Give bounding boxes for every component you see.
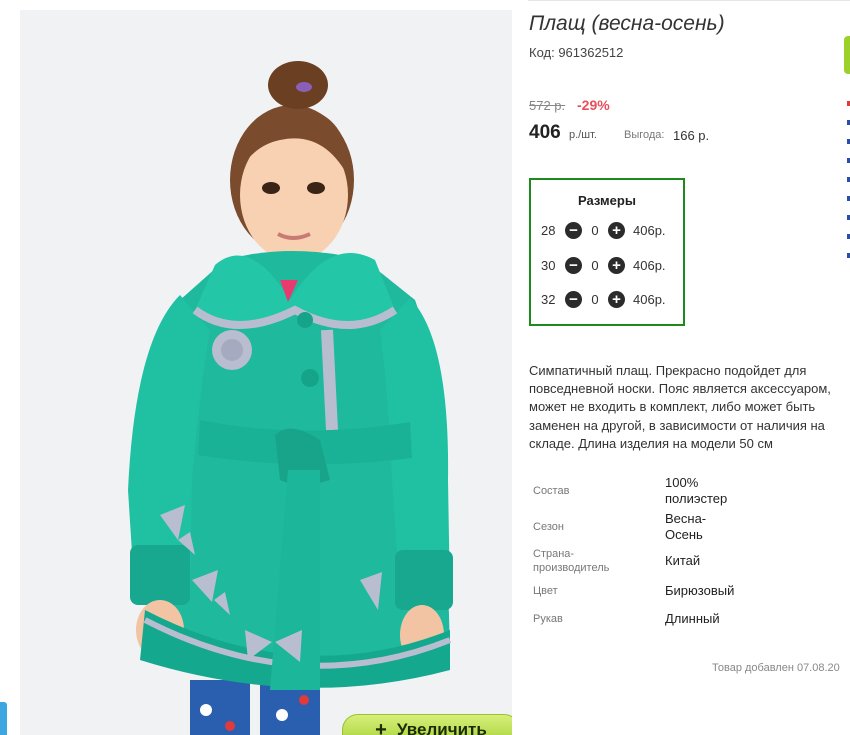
description-line: может не входить в комплект, либо может … <box>529 399 816 415</box>
plus-icon: + <box>375 718 387 735</box>
spec-value-country: Китай <box>665 553 701 568</box>
size-value: 32 <box>541 291 556 307</box>
plus-button[interactable]: + <box>608 290 625 308</box>
spec-label-line: производитель <box>533 562 610 574</box>
product-code: Код: 961362512 <box>529 45 624 60</box>
sizes-title: Размеры <box>578 193 636 208</box>
size-row: 28 − 0 + 406р. <box>541 220 666 240</box>
old-price: 572 р. <box>529 98 566 113</box>
product-description: Симпатичный плащ. Прекрасно подойдет для… <box>529 362 850 453</box>
zoom-button[interactable]: + Увеличить <box>342 714 512 735</box>
spec-label-color: Цвет <box>533 585 558 597</box>
spec-label-sleeve: Рукав <box>533 613 563 625</box>
spec-label-season: Сезон <box>533 521 564 533</box>
size-price: 406р. <box>633 257 666 273</box>
spec-value-season: Весна- Осень <box>665 511 706 543</box>
spec-label-composition: Состав <box>533 485 570 497</box>
size-value: 30 <box>541 257 556 273</box>
product-photo[interactable]: + Увеличить <box>20 10 512 735</box>
benefit-label: Выгода: <box>624 129 665 141</box>
minus-button[interactable]: − <box>565 221 582 239</box>
size-value: 28 <box>541 222 556 238</box>
spec-value-color: Бирюзовый <box>665 583 735 598</box>
spec-value-line: Осень <box>665 527 703 542</box>
description-line: Симпатичный плащ. Прекрасно подойдет для <box>529 363 807 378</box>
quantity-value[interactable]: 0 <box>582 292 608 307</box>
size-price: 406р. <box>633 222 666 238</box>
quantity-value[interactable]: 0 <box>582 258 608 273</box>
plus-button[interactable]: + <box>608 256 625 274</box>
child-in-coat-illustration <box>128 61 453 735</box>
left-edge-tab[interactable] <box>0 702 7 735</box>
description-line: заменен на другой, в зависимости от нали… <box>529 417 825 433</box>
discount-badge: -29% <box>577 97 610 113</box>
current-price: 406 <box>529 122 561 143</box>
spec-value-line: 100% <box>665 475 699 490</box>
price-unit: р./шт. <box>569 129 597 141</box>
spec-value-line: Весна- <box>665 511 707 526</box>
minus-button[interactable]: − <box>565 290 582 308</box>
spec-value-line: полиэстер <box>665 491 728 506</box>
side-action-tab[interactable] <box>844 36 850 74</box>
added-date: Товар добавлен 07.08.20 <box>712 662 840 674</box>
top-divider <box>528 0 850 1</box>
spec-value-composition: 100% полиэстер <box>665 475 727 507</box>
size-row: 32 − 0 + 406р. <box>541 289 666 309</box>
size-price: 406р. <box>633 291 666 307</box>
plus-button[interactable]: + <box>608 221 625 239</box>
benefit-value: 166 р. <box>673 128 710 143</box>
minus-button[interactable]: − <box>565 256 582 274</box>
spec-label-line: Страна- <box>533 548 575 560</box>
description-line: складе. Длина изделия на модели 50 см <box>529 435 773 451</box>
sizes-panel: Размеры 28 − 0 + 406р. 30 − 0 + 406р. 32… <box>529 178 685 326</box>
spec-value-sleeve: Длинный <box>665 611 720 626</box>
size-row: 30 − 0 + 406р. <box>541 255 666 275</box>
zoom-button-label: Увеличить <box>396 719 487 735</box>
description-line: повседневной носки. Пояс является аксесс… <box>529 381 831 397</box>
spec-label-country: Страна- производитель <box>533 547 609 575</box>
quantity-value[interactable]: 0 <box>582 223 608 238</box>
product-title: Плащ (весна-осень) <box>529 12 725 35</box>
